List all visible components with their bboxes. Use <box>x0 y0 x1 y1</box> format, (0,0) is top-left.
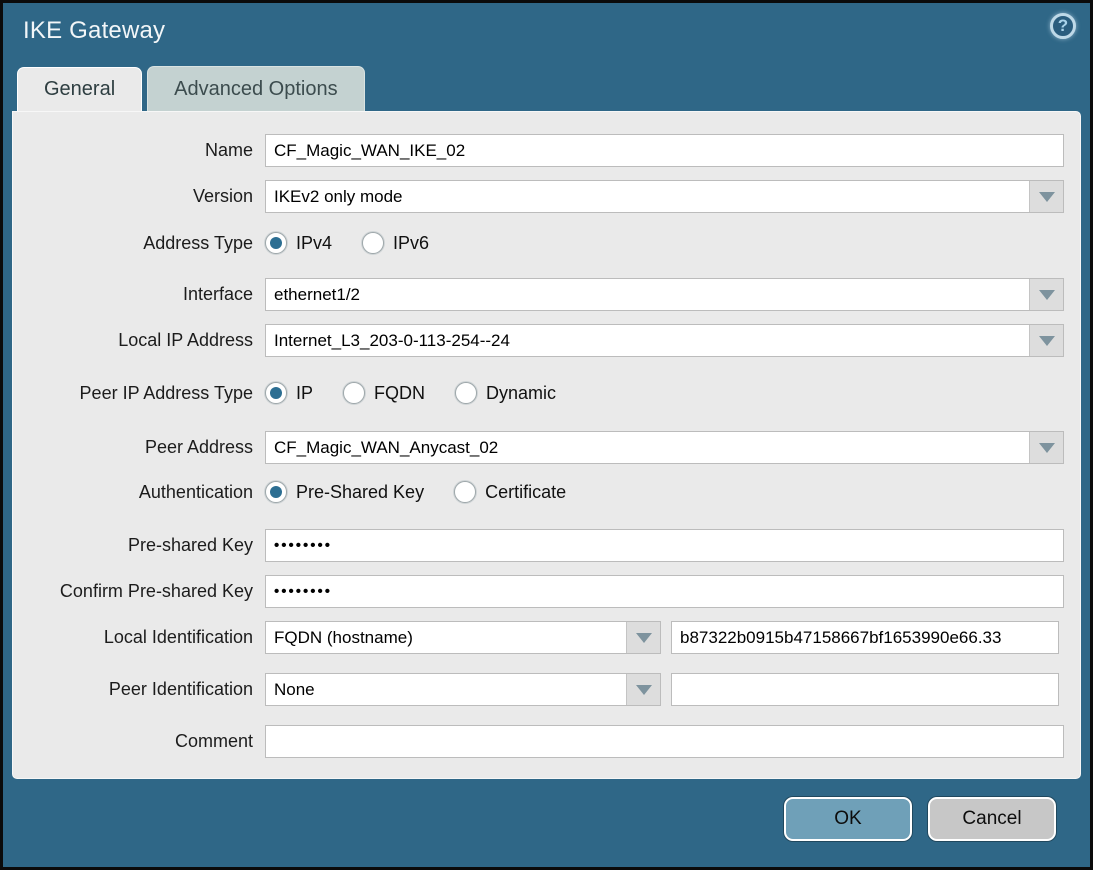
version-dropdown-button[interactable] <box>1029 181 1063 212</box>
radio-ipv4[interactable]: IPv4 <box>265 232 332 254</box>
chevron-down-icon <box>1039 290 1055 300</box>
chevron-down-icon <box>1039 336 1055 346</box>
radio-button[interactable] <box>265 232 287 254</box>
chevron-down-icon <box>636 633 652 643</box>
peer-address-value: CF_Magic_WAN_Anycast_02 <box>266 432 1029 463</box>
radio-button[interactable] <box>454 481 476 503</box>
peer-identification-dropdown-button[interactable] <box>626 674 660 705</box>
radio-ipv6[interactable]: IPv6 <box>362 232 429 254</box>
authentication-radio-group: Pre-Shared Key Certificate <box>265 481 1064 503</box>
peer-identification-type-select[interactable]: None <box>265 673 661 706</box>
radio-button[interactable] <box>455 382 477 404</box>
tab-bar: General Advanced Options <box>3 67 1090 111</box>
chevron-down-icon <box>1039 192 1055 202</box>
address-type-label: Address Type <box>13 233 265 254</box>
comment-input[interactable] <box>265 725 1064 758</box>
peer-address-row: Peer Address CF_Magic_WAN_Anycast_02 <box>13 431 1064 464</box>
dialog-title: IKE Gateway <box>23 17 165 45</box>
version-label: Version <box>13 186 265 207</box>
radio-certificate[interactable]: Certificate <box>454 481 566 503</box>
comment-row: Comment <box>13 725 1064 758</box>
radio-dynamic[interactable]: Dynamic <box>455 382 556 404</box>
local-identification-value-input[interactable] <box>671 621 1059 654</box>
version-value: IKEv2 only mode <box>266 181 1029 212</box>
radio-ip[interactable]: IP <box>265 382 313 404</box>
local-ip-address-value: Internet_L3_203-0-113-254--24 <box>266 325 1029 356</box>
dialog-footer: OK Cancel <box>3 779 1090 867</box>
peer-identification-label: Peer Identification <box>13 679 265 700</box>
radio-pre-shared-key[interactable]: Pre-Shared Key <box>265 481 424 503</box>
peer-ip-address-type-label: Peer IP Address Type <box>13 383 265 404</box>
local-identification-type-select[interactable]: FQDN (hostname) <box>265 621 661 654</box>
interface-value: ethernet1/2 <box>266 279 1029 310</box>
interface-label: Interface <box>13 284 265 305</box>
cancel-button[interactable]: Cancel <box>928 797 1056 841</box>
pre-shared-key-label: Pre-shared Key <box>13 535 265 556</box>
local-ip-address-row: Local IP Address Internet_L3_203-0-113-2… <box>13 324 1064 357</box>
peer-ip-address-type-radio-group: IP FQDN Dynamic <box>265 382 1064 404</box>
ike-gateway-dialog: IKE Gateway ? General Advanced Options N… <box>0 0 1093 870</box>
tab-advanced-options[interactable]: Advanced Options <box>147 66 364 111</box>
general-tab-panel: Name Version IKEv2 only mode Address Typ… <box>12 111 1081 779</box>
radio-button[interactable] <box>265 481 287 503</box>
address-type-row: Address Type IPv4 IPv6 <box>13 230 1064 256</box>
interface-select[interactable]: ethernet1/2 <box>265 278 1064 311</box>
pre-shared-key-row: Pre-shared Key <box>13 529 1064 562</box>
pre-shared-key-input[interactable] <box>265 529 1064 562</box>
help-icon[interactable]: ? <box>1050 13 1076 39</box>
version-select[interactable]: IKEv2 only mode <box>265 180 1064 213</box>
confirm-pre-shared-key-label: Confirm Pre-shared Key <box>13 581 265 602</box>
local-ip-address-label: Local IP Address <box>13 330 265 351</box>
chevron-down-icon <box>1039 443 1055 453</box>
local-ip-address-select[interactable]: Internet_L3_203-0-113-254--24 <box>265 324 1064 357</box>
local-ip-address-dropdown-button[interactable] <box>1029 325 1063 356</box>
peer-identification-type-value: None <box>266 674 626 705</box>
local-identification-dropdown-button[interactable] <box>626 622 660 653</box>
peer-address-label: Peer Address <box>13 437 265 458</box>
interface-row: Interface ethernet1/2 <box>13 278 1064 311</box>
peer-identification-value-input[interactable] <box>671 673 1059 706</box>
peer-ip-address-type-row: Peer IP Address Type IP FQDN Dynamic <box>13 380 1064 406</box>
peer-address-select[interactable]: CF_Magic_WAN_Anycast_02 <box>265 431 1064 464</box>
radio-fqdn[interactable]: FQDN <box>343 382 425 404</box>
peer-address-dropdown-button[interactable] <box>1029 432 1063 463</box>
radio-button[interactable] <box>362 232 384 254</box>
ok-button[interactable]: OK <box>784 797 912 841</box>
peer-identification-row: Peer Identification None <box>13 673 1064 706</box>
confirm-pre-shared-key-row: Confirm Pre-shared Key <box>13 575 1064 608</box>
radio-button[interactable] <box>343 382 365 404</box>
address-type-radio-group: IPv4 IPv6 <box>265 232 1064 254</box>
authentication-row: Authentication Pre-Shared Key Certificat… <box>13 479 1064 505</box>
interface-dropdown-button[interactable] <box>1029 279 1063 310</box>
tab-general[interactable]: General <box>17 67 142 111</box>
radio-button[interactable] <box>265 382 287 404</box>
authentication-label: Authentication <box>13 482 265 503</box>
name-input[interactable] <box>265 134 1064 167</box>
confirm-pre-shared-key-input[interactable] <box>265 575 1064 608</box>
name-row: Name <box>13 134 1064 167</box>
comment-label: Comment <box>13 731 265 752</box>
local-identification-type-value: FQDN (hostname) <box>266 622 626 653</box>
chevron-down-icon <box>636 685 652 695</box>
local-identification-row: Local Identification FQDN (hostname) <box>13 621 1064 654</box>
name-label: Name <box>13 140 265 161</box>
dialog-titlebar: IKE Gateway ? <box>3 3 1090 67</box>
local-identification-label: Local Identification <box>13 627 265 648</box>
version-row: Version IKEv2 only mode <box>13 180 1064 213</box>
